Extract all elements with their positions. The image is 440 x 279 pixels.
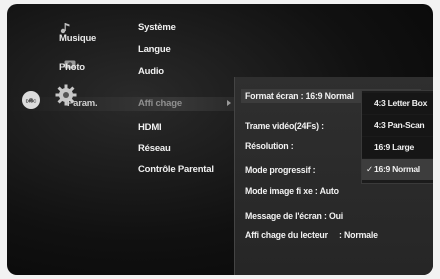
setting-separator: : bbox=[298, 91, 306, 101]
category-language[interactable]: Langue bbox=[138, 44, 171, 55]
screen-format-dropdown: 4:3 Letter Box 4:3 Pan-Scan 16:9 Large ✓… bbox=[361, 90, 433, 184]
category-network[interactable]: Réseau bbox=[138, 143, 171, 154]
setting-resolution[interactable]: Résolution : bbox=[245, 141, 294, 151]
category-system[interactable]: Système bbox=[138, 22, 176, 33]
category-display[interactable]: Affi chage bbox=[138, 98, 182, 109]
setting-value: Normale bbox=[344, 230, 378, 240]
setting-label: Résolution bbox=[245, 141, 289, 151]
tv-frame: Musique Photo DISC Param. Système Langue… bbox=[0, 0, 440, 279]
setting-label: Mode image fi xe bbox=[245, 186, 313, 196]
setting-value: 16:9 Normal bbox=[305, 91, 354, 101]
setting-separator: : bbox=[321, 211, 329, 221]
setting-still-mode[interactable]: Mode image fi xe : Auto bbox=[245, 186, 339, 196]
category-audio[interactable]: Audio bbox=[138, 66, 164, 77]
setting-value: Oui bbox=[328, 211, 344, 221]
selected-row-highlight bbox=[7, 97, 243, 111]
setting-label: Message de l'écran bbox=[245, 211, 322, 221]
dropdown-option-4-3-letterbox[interactable]: 4:3 Letter Box bbox=[362, 93, 433, 114]
setup-screen: Musique Photo DISC Param. Système Langue… bbox=[7, 4, 433, 275]
setting-label: Affi chage du lecteur bbox=[245, 230, 328, 240]
main-menu-item-music[interactable]: Musique bbox=[59, 33, 96, 44]
option-label: 4:3 Letter Box bbox=[374, 98, 428, 108]
main-menu-item-settings[interactable]: Param. bbox=[67, 98, 98, 109]
dropdown-option-16-9-wide[interactable]: 16:9 Large bbox=[362, 137, 433, 158]
category-hdmi[interactable]: HDMI bbox=[138, 122, 162, 133]
setting-player-display[interactable]: Affi chage du lecteur : Normale bbox=[245, 230, 378, 240]
setting-screen-message[interactable]: Message de l'écran : Oui bbox=[245, 211, 343, 221]
dropdown-option-4-3-pan-scan[interactable]: 4:3 Pan-Scan bbox=[362, 115, 433, 136]
setting-label: Format écran bbox=[245, 91, 299, 101]
disc-label: DISC bbox=[26, 99, 38, 104]
setting-progressive-mode[interactable]: Mode progressif : bbox=[245, 165, 316, 175]
chevron-right-icon bbox=[227, 100, 231, 106]
setting-label: Mode progressif bbox=[245, 165, 311, 175]
setting-frame-rate-24fs[interactable]: Trame vidéo(24Fs) : bbox=[245, 121, 324, 131]
option-label: 16:9 Large bbox=[374, 142, 414, 152]
dropdown-option-16-9-normal[interactable]: ✓ 16:9 Normal bbox=[362, 159, 433, 180]
setting-separator: : bbox=[318, 121, 324, 131]
setting-separator: : bbox=[310, 165, 316, 175]
setting-separator: : bbox=[312, 186, 320, 196]
main-menu-item-photo[interactable]: Photo bbox=[59, 62, 85, 73]
setting-screen-format[interactable]: Format écran : 16:9 Normal bbox=[245, 91, 354, 101]
setting-label: Trame vidéo(24Fs) bbox=[245, 121, 319, 131]
check-icon: ✓ bbox=[366, 164, 373, 174]
category-parental-control[interactable]: Contrôle Parental bbox=[138, 164, 214, 175]
setting-separator: : bbox=[288, 141, 294, 151]
disc-icon: DISC bbox=[22, 91, 40, 109]
setting-value: Auto bbox=[319, 186, 339, 196]
setting-separator: : bbox=[327, 230, 345, 240]
option-label: 4:3 Pan-Scan bbox=[374, 120, 425, 130]
option-label: 16:9 Normal bbox=[374, 164, 420, 174]
